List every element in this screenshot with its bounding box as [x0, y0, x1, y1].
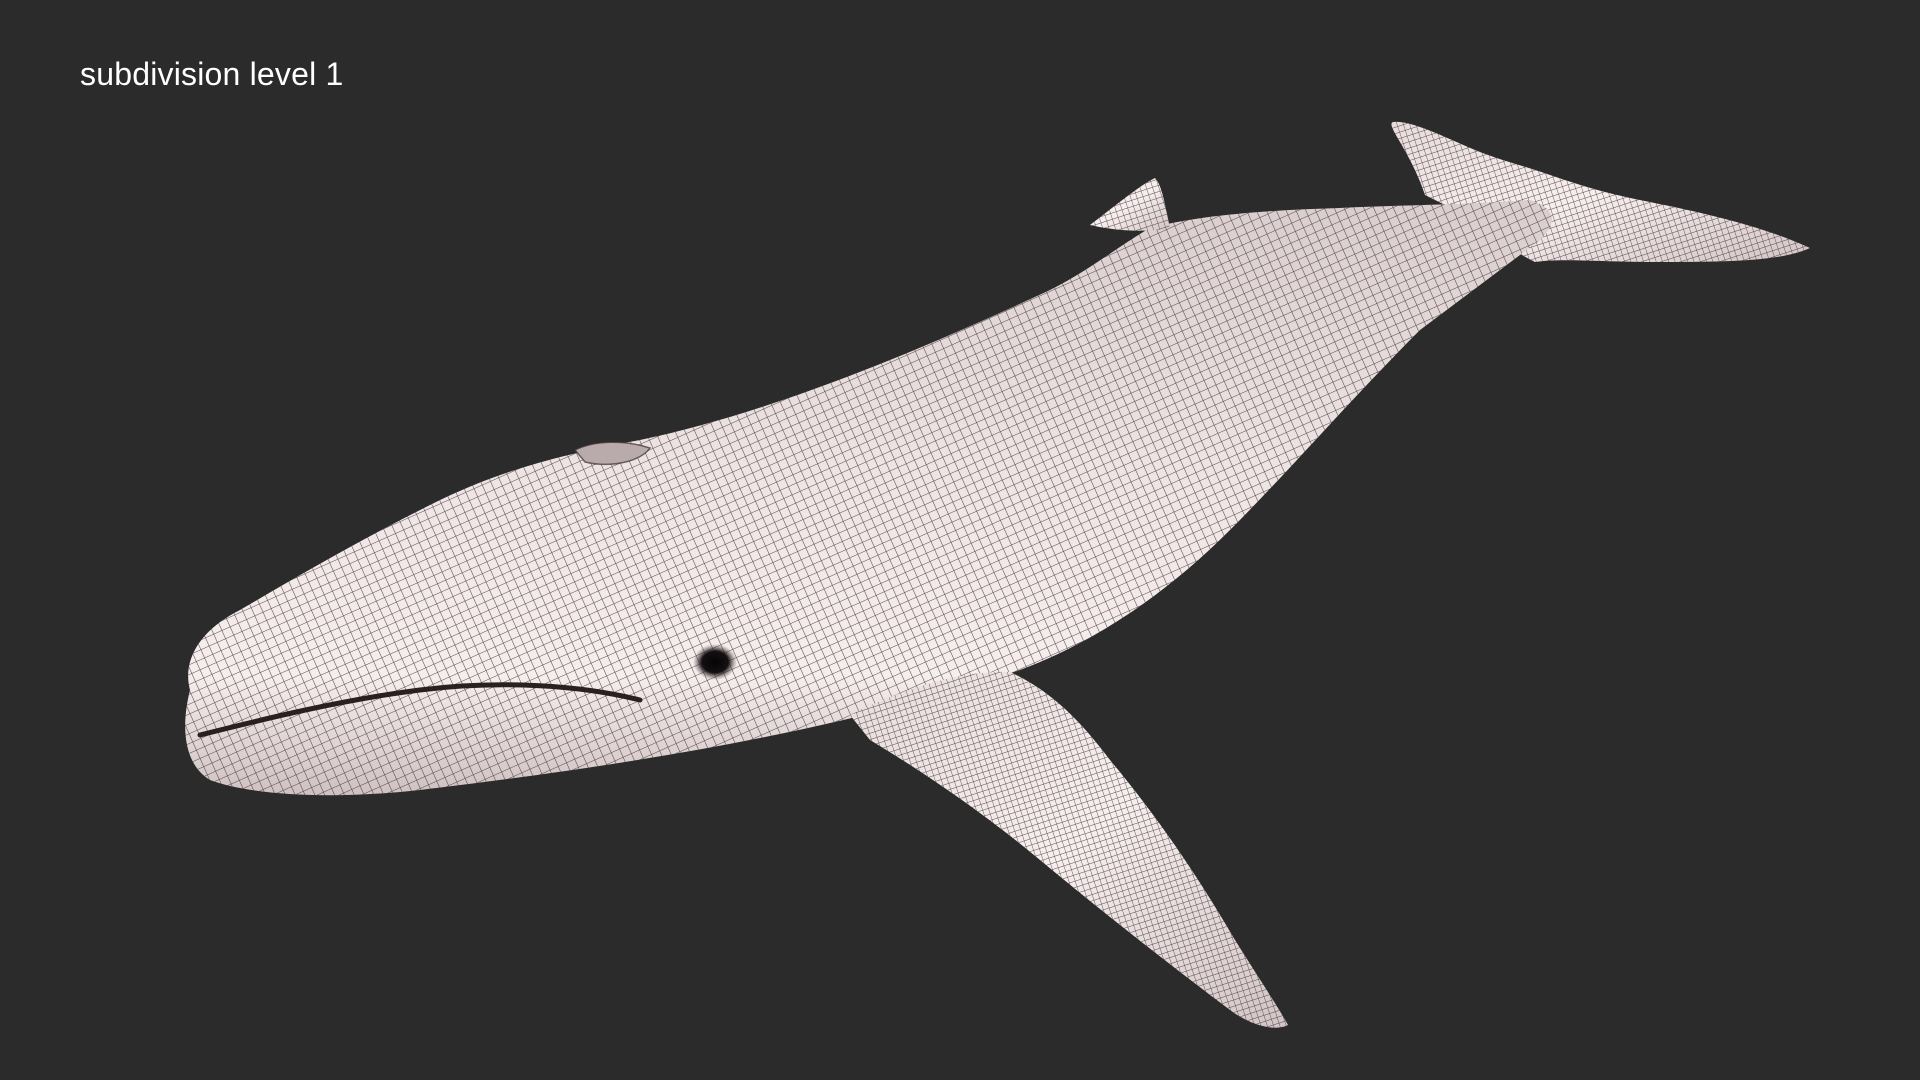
- dorsal-fin: [1090, 178, 1170, 231]
- eye: [693, 644, 737, 680]
- whale-wireframe-model: [185, 121, 1810, 1028]
- 3d-viewport[interactable]: subdivision level 1: [0, 0, 1920, 1080]
- whale-body: [185, 200, 1552, 796]
- pectoral-fin: [850, 671, 1288, 1028]
